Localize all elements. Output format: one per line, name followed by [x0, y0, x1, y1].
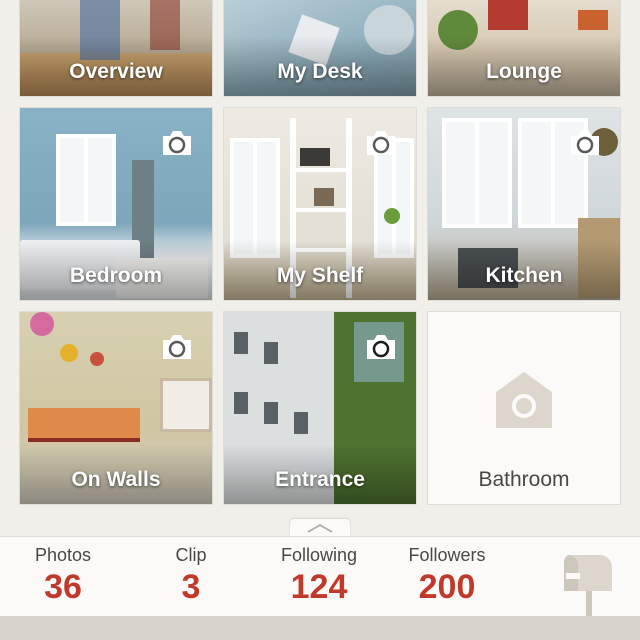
room-label: Bathroom: [478, 468, 570, 491]
mailbox-icon[interactable]: [560, 551, 616, 619]
room-tile-my-shelf[interactable]: My Shelf: [224, 108, 416, 300]
stat-photos[interactable]: Photos 36: [8, 545, 118, 607]
room-tile-on-walls[interactable]: On Walls: [20, 312, 212, 504]
stat-value: 36: [44, 568, 82, 606]
room-label: Kitchen: [485, 264, 563, 287]
room-tile-overview[interactable]: Overview: [20, 0, 212, 96]
stat-label: Clip: [175, 545, 207, 565]
stat-value: 124: [290, 568, 348, 606]
stat-following[interactable]: Following 124: [264, 545, 374, 607]
room-tile-bathroom[interactable]: Bathroom: [428, 312, 620, 504]
camera-icon[interactable]: [160, 332, 194, 362]
stat-label: Following: [280, 545, 358, 565]
stats-bar: Photos 36 Clip 3 Following 124 Followers…: [0, 536, 640, 619]
stat-value: 3: [181, 568, 201, 606]
stat-value: 200: [418, 568, 476, 606]
room-label: Bedroom: [69, 264, 163, 287]
chevron-up-icon: [307, 523, 333, 533]
room-grid: Overview My Desk Lounge Bedroom My Shelf…: [0, 0, 640, 520]
room-label: My Desk: [277, 60, 363, 83]
room-tile-my-desk[interactable]: My Desk: [224, 0, 416, 96]
house-camera-icon: [492, 370, 556, 430]
room-label: Entrance: [275, 468, 365, 491]
room-tile-kitchen[interactable]: Kitchen: [428, 108, 620, 300]
room-tile-bedroom[interactable]: Bedroom: [20, 108, 212, 300]
camera-icon[interactable]: [160, 128, 194, 158]
camera-icon[interactable]: [364, 332, 398, 362]
camera-icon[interactable]: [364, 128, 398, 158]
stat-label: Followers: [408, 545, 486, 565]
room-label: Overview: [69, 60, 163, 83]
stat-followers[interactable]: Followers 200: [392, 545, 502, 607]
room-label: My Shelf: [276, 264, 364, 287]
room-label: On Walls: [71, 468, 161, 491]
stat-clip[interactable]: Clip 3: [136, 545, 246, 607]
camera-icon[interactable]: [568, 128, 602, 158]
bottom-strip: [0, 616, 640, 640]
room-label: Lounge: [486, 60, 562, 83]
stat-label: Photos: [34, 545, 92, 565]
room-tile-lounge[interactable]: Lounge: [428, 0, 620, 96]
room-tile-entrance[interactable]: Entrance: [224, 312, 416, 504]
